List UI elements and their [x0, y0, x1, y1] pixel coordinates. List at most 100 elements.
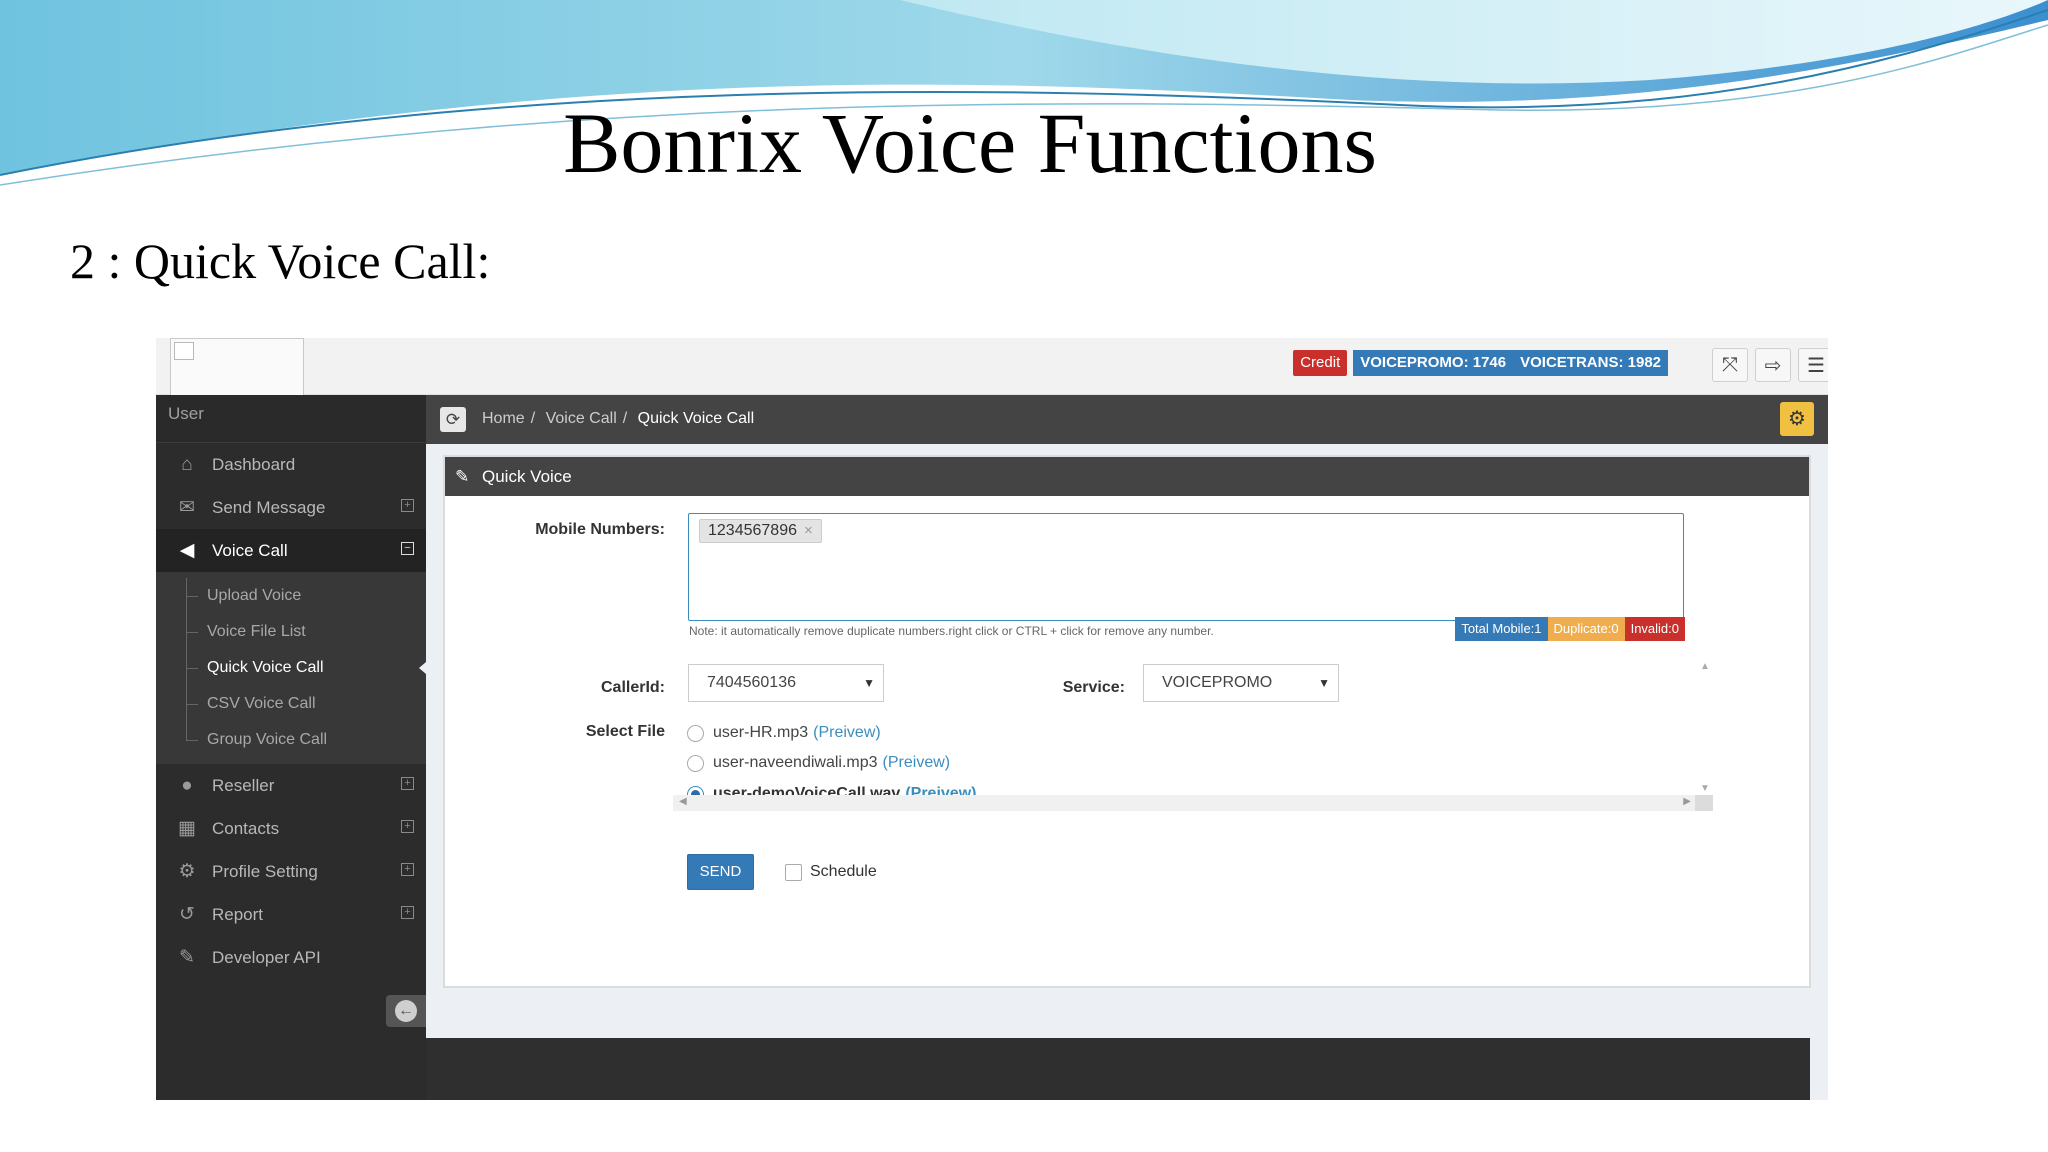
submenu-quick-voice-call[interactable]: Quick Voice Call — [156, 650, 426, 686]
menu-toggle-button[interactable]: ☰ — [1798, 348, 1828, 382]
file-option-user-naveendiwali[interactable]: user-naveendiwali.mp3 (Preivew) — [687, 754, 950, 772]
submenu-group-voice-call[interactable]: Group Voice Call — [156, 722, 426, 758]
user-label: User — [168, 404, 204, 423]
slide-subtitle: 2 : Quick Voice Call: — [70, 233, 491, 289]
edit-icon: ✎ — [455, 467, 470, 486]
scroll-right-icon[interactable]: ▶ — [1683, 796, 1691, 807]
mobile-number-tag[interactable]: 1234567896 × — [699, 519, 822, 543]
sidebar-item-label: Reseller — [212, 775, 275, 795]
settings-button[interactable]: ⚙ — [1780, 402, 1814, 436]
file-name: user-naveendiwali.mp3 — [713, 754, 878, 771]
sidebar-item-profile-setting[interactable]: ⚙ Profile Setting + — [156, 850, 426, 893]
expand-plus-icon: + — [401, 777, 414, 790]
wrench-icon: ✎ — [179, 947, 195, 968]
collapse-minus-icon: − — [401, 542, 414, 555]
user-icon: ● — [181, 774, 193, 796]
horizontal-scrollbar[interactable]: ◀ ▶ — [673, 795, 1713, 811]
file-option-user-hr[interactable]: user-HR.mp3 (Preivew) — [687, 724, 881, 742]
submenu-csv-voice-call[interactable]: CSV Voice Call — [156, 686, 426, 722]
panel-header: ✎ Quick Voice — [445, 457, 1809, 496]
sidebar-menu: ⌂ Dashboard ✉ Send Message + ◀ Voice Cal… — [156, 443, 426, 979]
sidebar-item-send-message[interactable]: ✉ Send Message + — [156, 486, 426, 529]
table-icon: ▦ — [178, 818, 196, 839]
sign-out-icon: ⇨ — [1764, 354, 1782, 377]
mobile-numbers-input[interactable]: 1234567896 × — [688, 513, 1684, 621]
breadcrumb-current: Quick Voice Call — [637, 410, 755, 427]
preview-link[interactable]: (Preivew) — [883, 754, 951, 772]
submenu-upload-voice[interactable]: Upload Voice — [156, 578, 426, 614]
refresh-icon: ⟳ — [445, 410, 461, 429]
schedule-checkbox[interactable] — [785, 863, 802, 881]
fullscreen-button[interactable]: ⤧ — [1712, 348, 1748, 382]
sidebar: User ⌂ Dashboard ✉ Send Message + ◀ Voic… — [156, 395, 426, 1100]
sidebar-item-label: Dashboard — [212, 454, 296, 474]
duplicate-badge: Duplicate:0 — [1547, 617, 1625, 641]
sidebar-item-label: Send Message — [212, 497, 326, 517]
balance-badge-group: VOICEPROMO: 1746 VOICETRANS: 1982 — [1353, 350, 1668, 376]
arrow-left-circle-icon: ← — [395, 1000, 417, 1022]
sidebar-item-voice-call[interactable]: ◀ Voice Call − — [156, 529, 426, 572]
scrollbar-corner — [1695, 795, 1713, 811]
app-screenshot: Credit VOICEPROMO: 1746 VOICETRANS: 1982… — [156, 338, 1828, 1100]
home-icon: ⌂ — [181, 453, 193, 475]
sidebar-collapse-button[interactable]: ← — [386, 995, 426, 1027]
invalid-badge: Invalid:0 — [1624, 617, 1685, 641]
voice-call-submenu: Upload Voice Voice File List Quick Voice… — [156, 572, 426, 764]
sidebar-item-report[interactable]: ↺ Report + — [156, 893, 426, 936]
vertical-scrollbar[interactable]: ▲ ▼ — [1697, 657, 1713, 797]
expand-icon: ⤧ — [1722, 353, 1738, 376]
user-panel: User — [156, 395, 426, 443]
voicetrans-balance: VOICETRANS: 1982 — [1513, 350, 1668, 376]
sidebar-item-reseller[interactable]: ● Reseller + — [156, 764, 426, 807]
expand-plus-icon: + — [401, 499, 414, 512]
sidebar-item-contacts[interactable]: ▦ Contacts + — [156, 807, 426, 850]
sidebar-item-dashboard[interactable]: ⌂ Dashboard — [156, 443, 426, 486]
credit-badges: Credit VOICEPROMO: 1746 VOICETRANS: 1982 — [1293, 350, 1668, 376]
gear-icon: ⚙ — [178, 861, 196, 882]
scroll-left-icon[interactable]: ◀ — [679, 796, 687, 807]
breadcrumb-home[interactable]: Home — [482, 410, 525, 427]
credit-badge: Credit — [1293, 350, 1348, 376]
preview-link[interactable]: (Preivew) — [813, 724, 881, 742]
history-icon: ↺ — [179, 904, 195, 925]
volume-icon: ◀ — [179, 540, 195, 561]
envelope-icon: ✉ — [179, 497, 195, 518]
top-navbar: Credit VOICEPROMO: 1746 VOICETRANS: 1982… — [156, 338, 1828, 401]
sidebar-item-label: Voice Call — [212, 540, 288, 560]
remove-tag-icon[interactable]: × — [804, 522, 813, 539]
expand-plus-icon: + — [401, 863, 414, 876]
submenu-voice-file-list[interactable]: Voice File List — [156, 614, 426, 650]
breadcrumb-voice-call[interactable]: Voice Call — [546, 410, 617, 427]
sidebar-item-label: Contacts — [212, 818, 280, 838]
sidebar-item-label: Developer API — [212, 947, 321, 967]
gear-icon: ⚙ — [1788, 408, 1806, 430]
schedule-option[interactable]: Schedule — [785, 863, 877, 881]
file-name: user-HR.mp3 — [713, 724, 809, 741]
total-mobile-badge: Total Mobile:1 — [1455, 617, 1548, 641]
scroll-up-icon[interactable]: ▲ — [1700, 661, 1710, 672]
expand-plus-icon: + — [401, 820, 414, 833]
mobile-number-text: 1234567896 — [708, 522, 797, 539]
footer-bar — [426, 1038, 1810, 1100]
logo-image-placeholder[interactable] — [170, 338, 304, 401]
expand-plus-icon: + — [401, 906, 414, 919]
refresh-button[interactable]: ⟳ — [440, 407, 466, 432]
duplicate-note: Note: it automatically remove duplicate … — [689, 624, 1214, 638]
voicepromo-balance: VOICEPROMO: 1746 — [1353, 350, 1514, 376]
content-spacer — [426, 988, 1828, 1038]
panel-title: Quick Voice — [481, 467, 572, 486]
slide-title: Bonrix Voice Functions — [563, 95, 1377, 191]
send-button[interactable]: SEND — [687, 854, 754, 890]
hamburger-icon: ☰ — [1807, 354, 1825, 377]
number-counts: Total Mobile:1 Duplicate:0 Invalid:0 — [1455, 617, 1685, 641]
breadcrumb-bar: ⟳ Home / Voice Call / Quick Voice Call ⚙ — [426, 395, 1828, 444]
radio-button[interactable] — [687, 724, 704, 742]
radio-button[interactable] — [687, 754, 704, 772]
logout-button[interactable]: ⇨ — [1755, 348, 1791, 382]
schedule-label: Schedule — [810, 863, 877, 880]
sidebar-item-developer-api[interactable]: ✎ Developer API — [156, 936, 426, 979]
callerid-label: CallerId: — [600, 679, 665, 696]
sidebar-item-label: Profile Setting — [212, 861, 318, 881]
sidebar-item-label: Report — [212, 904, 264, 924]
scroll-down-icon[interactable]: ▼ — [1700, 783, 1710, 794]
